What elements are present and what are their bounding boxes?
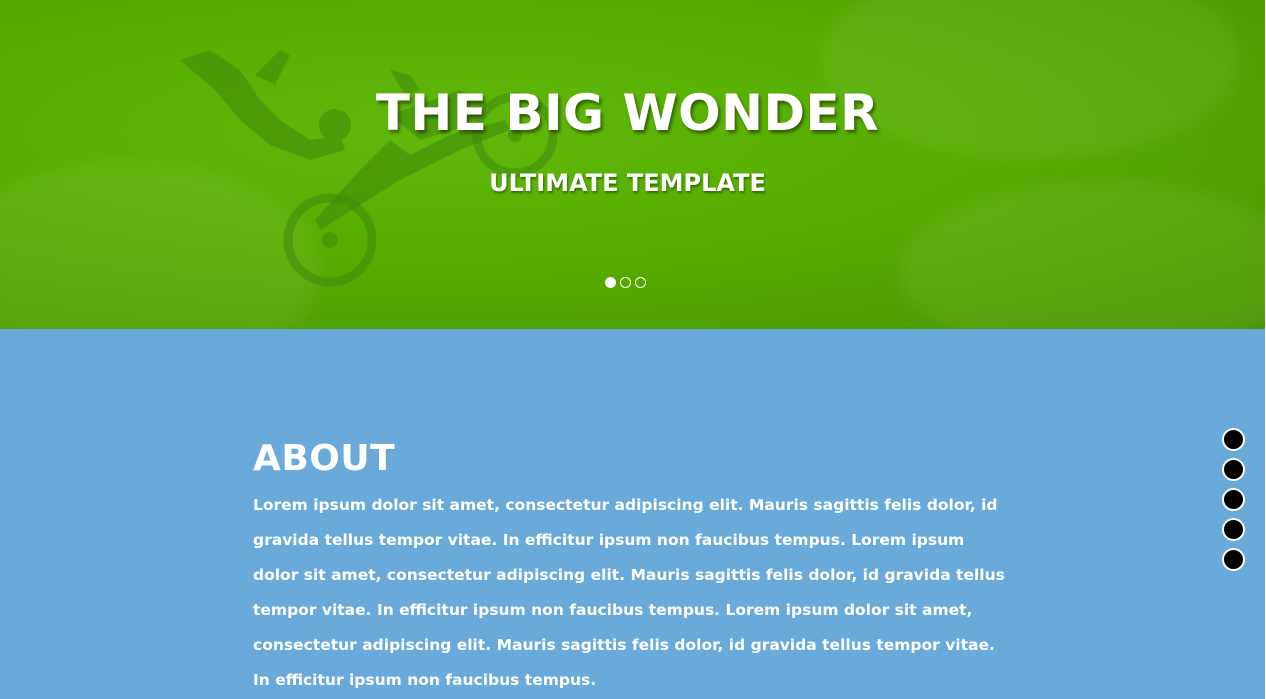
slider-dot-2[interactable] (620, 277, 631, 288)
slider-dot-1[interactable] (605, 277, 616, 288)
slider-dot-3[interactable] (635, 277, 646, 288)
motocross-rider-image (180, 50, 558, 287)
side-nav-dot-3[interactable] (1222, 488, 1245, 511)
hero-title: THE BIG WONDER (375, 84, 880, 142)
about-heading: ABOUT (253, 438, 396, 479)
cloud-decoration (900, 180, 1265, 329)
side-nav-dot-4[interactable] (1222, 518, 1245, 541)
hero-subtitle: ULTIMATE TEMPLATE (489, 169, 766, 197)
about-section: ABOUT Lorem ipsum dolor sit amet, consec… (0, 329, 1265, 699)
hero-slider: THE BIG WONDER ULTIMATE TEMPLATE (0, 0, 1265, 329)
side-nav-dot-5[interactable] (1222, 548, 1245, 571)
page: THE BIG WONDER ULTIMATE TEMPLATE ABOUT L… (0, 0, 1266, 699)
side-nav-dot-2[interactable] (1222, 458, 1245, 481)
about-body-text: Lorem ipsum dolor sit amet, consectetur … (253, 496, 1005, 689)
side-nav-dot-1[interactable] (1222, 428, 1245, 451)
section-side-nav (1222, 428, 1245, 571)
slider-pagination (605, 277, 646, 288)
